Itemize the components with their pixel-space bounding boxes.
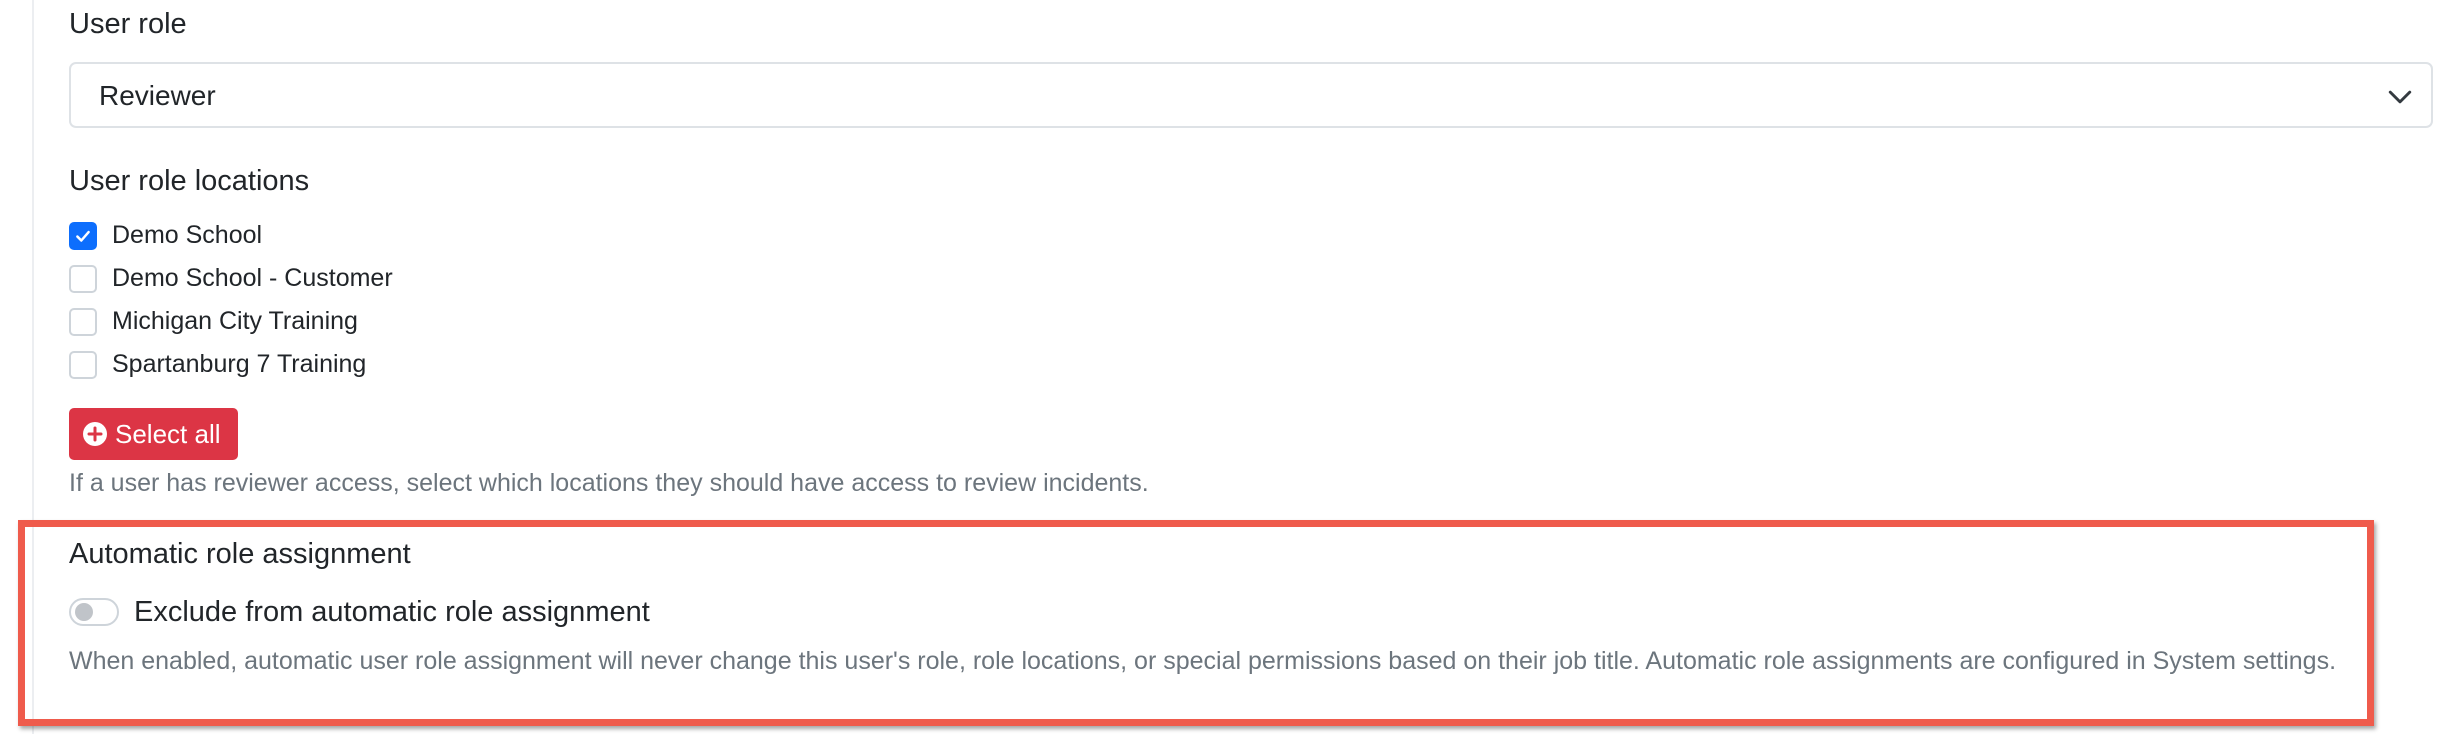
exclude-auto-role-toggle[interactable] <box>69 598 119 626</box>
location-item-demo-school[interactable]: Demo School <box>69 218 769 250</box>
user-role-selected-value: Reviewer <box>99 80 216 111</box>
location-checkbox[interactable] <box>69 222 97 250</box>
location-checkbox[interactable] <box>69 351 97 379</box>
user-role-select[interactable]: Reviewer <box>69 62 2433 128</box>
location-label: Demo School <box>112 221 263 249</box>
check-icon <box>76 230 90 242</box>
location-item-demo-school-customer[interactable]: Demo School - Customer <box>69 261 769 293</box>
location-label: Michigan City Training <box>112 307 358 335</box>
toggle-knob <box>75 603 93 621</box>
plus-circle-icon <box>83 422 107 446</box>
select-all-button[interactable]: Select all <box>69 408 238 460</box>
locations-help-text: If a user has reviewer access, select wh… <box>69 469 1149 497</box>
location-item-michigan-city-training[interactable]: Michigan City Training <box>69 304 769 336</box>
automatic-role-assignment-label: Automatic role assignment <box>69 538 411 570</box>
location-label: Demo School - Customer <box>112 264 393 292</box>
chevron-down-icon <box>2388 90 2412 104</box>
location-checkbox[interactable] <box>69 308 97 336</box>
exclude-auto-role-label[interactable]: Exclude from automatic role assignment <box>134 594 650 630</box>
location-item-spartanburg-7-training[interactable]: Spartanburg 7 Training <box>69 347 769 379</box>
user-role-locations-label: User role locations <box>69 165 310 197</box>
select-all-label: Select all <box>115 419 221 449</box>
user-role-label: User role <box>69 8 187 40</box>
auto-role-description: When enabled, automatic user role assign… <box>69 647 2337 675</box>
location-checkbox[interactable] <box>69 265 97 293</box>
location-label: Spartanburg 7 Training <box>112 350 367 378</box>
